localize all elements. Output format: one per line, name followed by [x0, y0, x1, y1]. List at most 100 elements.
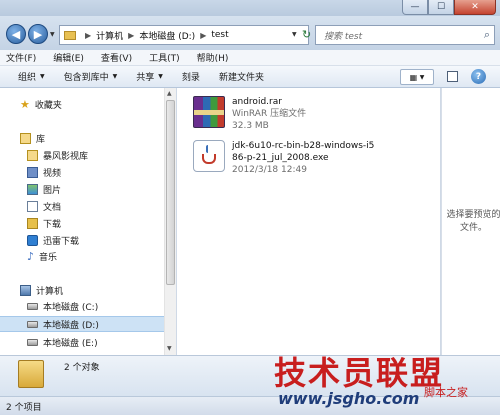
title-bar: — ☐ ✕ [0, 0, 500, 16]
star-icon: ★ [20, 97, 30, 111]
winrar-archive-icon [193, 96, 225, 128]
sidebar-item-label: 计算机 [36, 286, 64, 297]
library-icon [27, 149, 38, 161]
menu-file[interactable]: 文件(F) [6, 51, 36, 64]
watermark-url: www.jsgho.com [278, 389, 420, 408]
sidebar-item-computer[interactable]: 计算机 [0, 282, 164, 298]
scroll-up-icon[interactable]: ▲ [167, 90, 172, 97]
sidebar-item-drive-e[interactable]: 本地磁盘 (E:) [0, 334, 164, 350]
help-icon[interactable]: ? [471, 69, 486, 84]
file-list: android.rar WinRAR 压缩文件 32.3 MB jdk-6u10… [177, 88, 440, 355]
sidebar-item-label: 收藏夹 [34, 100, 62, 111]
hard-drive-icon [27, 320, 38, 328]
forward-button[interactable]: ▶ [28, 24, 48, 44]
sidebar-item-music[interactable]: ♪ 音乐 [0, 248, 164, 264]
include-in-library-button[interactable]: 包含到库中 ▼ [64, 70, 118, 83]
sidebar-item-videos[interactable]: 视频 [0, 164, 164, 180]
sidebar-item-label: 本地磁盘 (D:) [43, 320, 99, 331]
minimize-button[interactable]: — [402, 0, 428, 15]
navigation-scrollbar[interactable]: ▲ ▼ [164, 88, 176, 355]
breadcrumb-test[interactable]: test [211, 30, 228, 40]
search-box[interactable]: 搜索 test ⌕ [315, 25, 495, 45]
command-bar: 组织 ▼ 包含到库中 ▼ 共享 ▼ 刻录 新建文件夹 ▦ ▼ ? [0, 66, 500, 88]
organize-label: 组织 [18, 73, 37, 83]
chevron-right-icon[interactable]: ▶ [200, 31, 206, 40]
menu-edit[interactable]: 编辑(E) [53, 51, 84, 64]
burn-button[interactable]: 刻录 [182, 70, 200, 83]
sidebar-item-thunder-downloads[interactable]: 迅雷下载 [0, 232, 164, 248]
hard-drive-icon [27, 302, 38, 310]
chevron-right-icon[interactable]: ▶ [85, 31, 91, 40]
file-date: 2012/3/18 12:49 [232, 165, 307, 175]
sidebar-item-baofeng-library[interactable]: 暴风影视库 [0, 147, 164, 163]
breadcrumb-drive-d[interactable]: 本地磁盘 (D:) [139, 29, 195, 42]
recent-pages-dropdown-icon[interactable]: ▼ [50, 31, 55, 38]
menu-view[interactable]: 查看(V) [101, 51, 132, 64]
chevron-down-icon: ▼ [419, 73, 425, 81]
maximize-button[interactable]: ☐ [428, 0, 454, 15]
sidebar-item-documents[interactable]: 文档 [0, 198, 164, 214]
java-steam-shape [206, 145, 210, 153]
document-icon [27, 200, 38, 212]
navigation-pane: ★ 收藏夹 库 暴风影视库 视频 图片 文档 下载 迅雷下载 ♪ 音乐 计算机 … [0, 88, 176, 355]
new-folder-button[interactable]: 新建文件夹 [219, 70, 264, 83]
file-name-line1: jdk-6u10-rc-bin-b28-windows-i5 [232, 141, 375, 151]
sidebar-item-label: 库 [36, 134, 46, 145]
item-count: 2 个项目 [6, 402, 42, 413]
file-name: android.rar [232, 97, 282, 107]
organize-button[interactable]: 组织 ▼ [18, 70, 45, 83]
sidebar-item-label: 音乐 [39, 252, 58, 263]
menu-bar: 文件(F) 编辑(E) 查看(V) 工具(T) 帮助(H) [0, 50, 500, 66]
chevron-down-icon: ▼ [158, 73, 163, 80]
address-history-dropdown-icon[interactable]: ▼ [292, 31, 297, 38]
share-button[interactable]: 共享 ▼ [136, 70, 163, 83]
address-bar[interactable]: ▶ 计算机 ▶ 本地磁盘 (D:) ▶ test [59, 25, 309, 45]
change-view-button[interactable]: ▦ ▼ [400, 69, 434, 85]
file-size: 32.3 MB [232, 121, 269, 131]
sidebar-item-label: 本地磁盘 (E:) [43, 338, 98, 349]
menu-help[interactable]: 帮助(H) [197, 51, 229, 64]
view-grid-icon: ▦ [409, 72, 418, 82]
search-input[interactable]: 搜索 test [324, 29, 362, 42]
preview-pane-toggle-icon[interactable] [447, 71, 458, 82]
chevron-right-icon[interactable]: ▶ [128, 31, 134, 40]
breadcrumb-computer[interactable]: 计算机 [96, 29, 123, 42]
file-info: android.rar WinRAR 压缩文件 32.3 MB [232, 96, 306, 132]
sidebar-item-label: 迅雷下载 [43, 236, 80, 247]
sidebar-item-libraries[interactable]: 库 [0, 130, 164, 146]
library-icon [20, 132, 31, 144]
menu-tools[interactable]: 工具(T) [149, 51, 180, 64]
sidebar-item-favorites[interactable]: ★ 收藏夹 [0, 96, 164, 112]
share-label: 共享 [136, 73, 155, 83]
breadcrumb: ▶ 计算机 ▶ 本地磁盘 (D:) ▶ test [80, 29, 229, 42]
scroll-down-icon[interactable]: ▼ [167, 345, 172, 352]
java-coffee-icon [193, 140, 225, 172]
search-icon[interactable]: ⌕ [484, 28, 490, 42]
sidebar-item-label: 图片 [43, 185, 62, 196]
object-count: 2 个对象 [64, 363, 100, 373]
sidebar-item-label: 文档 [43, 202, 62, 213]
folder-icon [64, 30, 76, 40]
hard-drive-icon [27, 338, 38, 346]
java-cup-shape [202, 154, 216, 164]
scrollbar-thumb[interactable] [166, 100, 175, 285]
video-icon [27, 166, 38, 178]
preview-pane: 选择要预览的文件。 [441, 88, 500, 355]
download-icon [27, 217, 38, 229]
refresh-icon[interactable]: ↻ [302, 28, 311, 41]
close-button[interactable]: ✕ [454, 0, 496, 15]
thunder-icon [27, 234, 38, 246]
file-name-line2: 86-p-21_jul_2008.exe [232, 153, 329, 163]
sidebar-item-drive-c[interactable]: 本地磁盘 (C:) [0, 298, 164, 314]
sidebar-item-drive-d[interactable]: 本地磁盘 (D:) [0, 316, 164, 332]
back-button[interactable]: ◀ [6, 24, 26, 44]
chevron-down-icon: ▼ [112, 73, 118, 80]
include-label: 包含到库中 [63, 73, 109, 83]
sidebar-item-downloads[interactable]: 下载 [0, 215, 164, 231]
window-controls: — ☐ ✕ [402, 0, 496, 15]
music-note-icon: ♪ [27, 249, 35, 263]
computer-icon [20, 284, 31, 296]
file-info: jdk-6u10-rc-bin-b28-windows-i5 86-p-21_j… [232, 140, 374, 176]
sidebar-item-pictures[interactable]: 图片 [0, 181, 164, 197]
sidebar-item-label: 下载 [43, 219, 62, 230]
